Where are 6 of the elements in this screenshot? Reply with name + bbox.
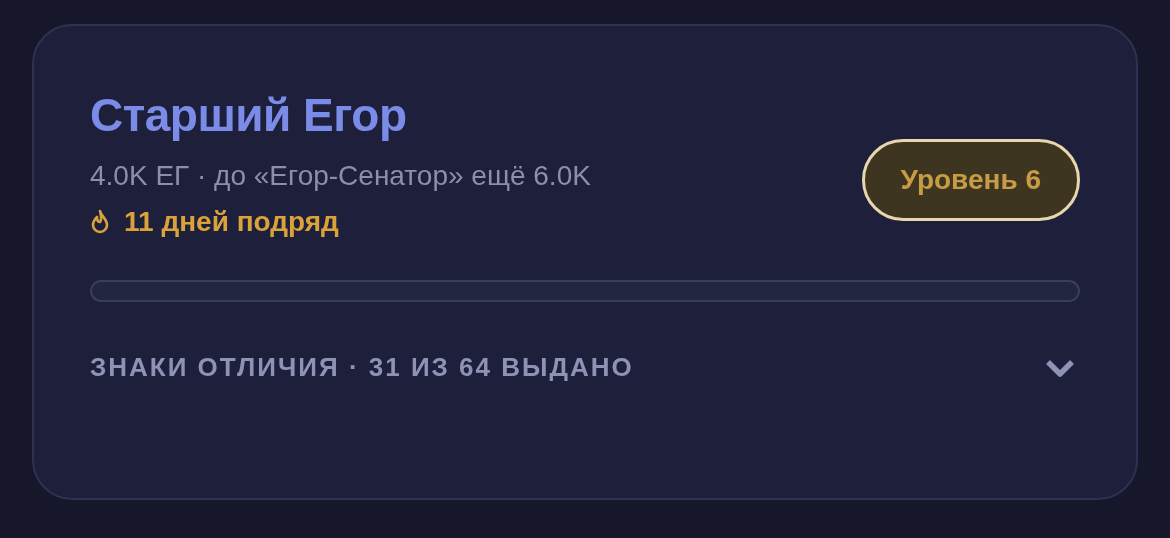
flame-icon: [90, 209, 110, 235]
points-subtitle: 4.0K ЕГ · до «Егор-Сенатор» ещё 6.0K: [90, 160, 591, 192]
badges-toggle[interactable]: ЗНАКИ ОТЛИЧИЯ · 31 ИЗ 64 ВЫДАНО: [90, 352, 1080, 383]
level-badge[interactable]: Уровень 6: [861, 139, 1080, 221]
rank-title: Старший Егор: [90, 88, 408, 142]
streak-label: 11 дней подряд: [124, 206, 339, 238]
